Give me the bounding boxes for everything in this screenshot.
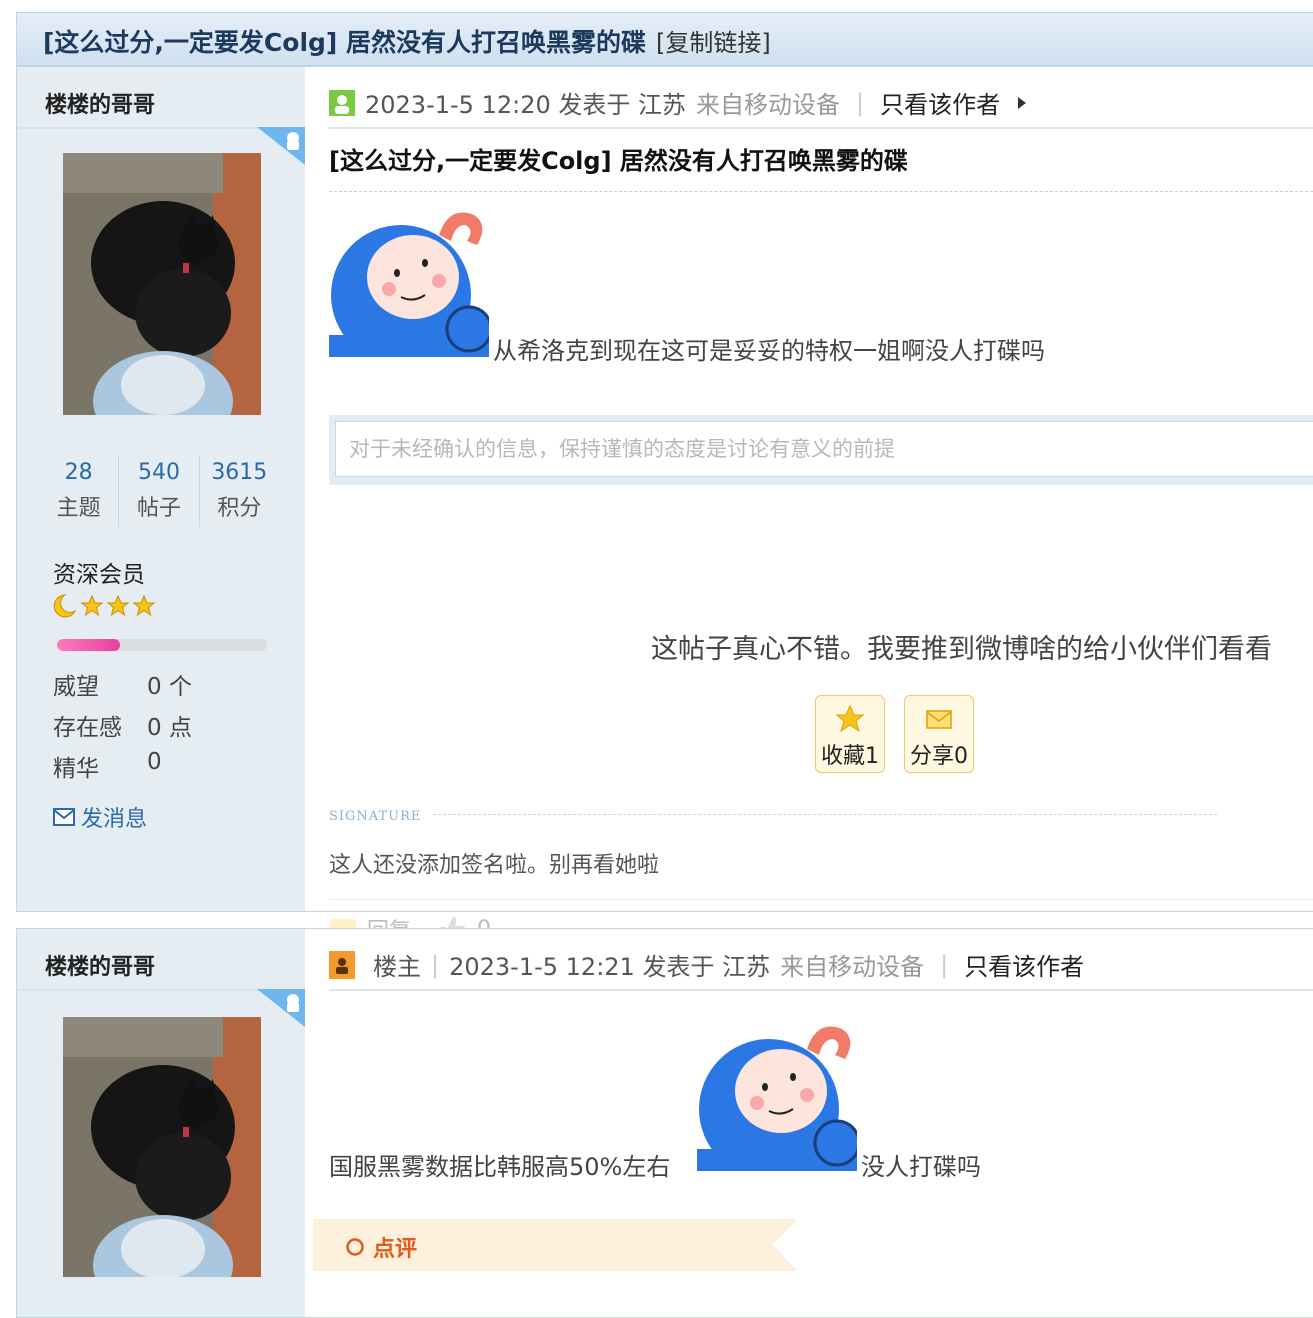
send-message-label: 发消息 [81, 807, 148, 832]
rank-progress-bar [57, 639, 267, 651]
stat-label: 主题 [56, 496, 101, 521]
thread-title: [这么过分,一定要发Colg] 居然没有人打召唤黑雾的碟 [复制链接] [43, 23, 771, 59]
post-meta: 楼主 | 2023-1-5 12:21 发表于 江苏 来自移动设备 | 只看该作… [329, 947, 1084, 982]
notice-text: 对于未经确认的信息，保持谨慎的态度是讨论有意义的前提 [349, 437, 895, 461]
rank-stars-icon [53, 593, 163, 623]
author-sidebar: 楼楼的哥哥 [17, 929, 305, 1317]
post-content: 国服黑雾数据比韩服高50%左右 [329, 1153, 671, 1181]
stat-posts[interactable]: 540 帖子 [118, 455, 198, 527]
post-content: 从希洛克到现在这可是妥妥的特权一姐啊没人打碟吗 [493, 337, 1045, 365]
signature-header-text: SIGNATURE [329, 809, 422, 824]
stat-value: 28 [64, 460, 93, 485]
divider [329, 989, 1313, 991]
divider [329, 191, 1313, 192]
stat-points[interactable]: 3615 积分 [198, 455, 279, 527]
only-author-link[interactable]: 只看该作者 [964, 947, 1084, 982]
avatar[interactable] [63, 1017, 261, 1277]
favorite-button[interactable]: 收藏1 [815, 695, 885, 773]
post-main: 2023-1-5 12:20 发表于 江苏 来自移动设备 | 只看该作者 [这么… [329, 67, 1313, 944]
stat-label: 积分 [217, 496, 262, 521]
divider [329, 127, 1313, 129]
author-name[interactable]: 楼楼的哥哥 [45, 949, 155, 981]
stat-label: 帖子 [136, 496, 181, 521]
attr-value: 0 点 [147, 715, 192, 741]
android-device-icon [257, 989, 305, 1027]
notice-box: 对于未经确认的信息，保持谨慎的态度是讨论有意义的前提 [329, 415, 1313, 485]
envelope-icon [53, 808, 75, 826]
thread-title-bar: [这么过分,一定要发Colg] 居然没有人打召唤黑雾的碟 [复制链接] [16, 12, 1313, 66]
signature-header: SIGNATURE [329, 805, 1217, 825]
copy-link-button[interactable]: [复制链接] [656, 29, 771, 57]
attr-prestige: 威望 0 个 [53, 667, 192, 701]
online-status-icon [329, 89, 355, 116]
device-source: 来自移动设备 [696, 91, 840, 119]
author-name[interactable]: 楼楼的哥哥 [45, 87, 155, 119]
attr-key: 存在感 [53, 715, 122, 741]
author-stats: 28 主题 540 帖子 3615 积分 [39, 455, 279, 527]
attr-essence: 精华 0 [53, 749, 162, 783]
attr-value: 0 [147, 749, 162, 775]
thread-title-text: [这么过分,一定要发Colg] 居然没有人打召唤黑雾的碟 [43, 28, 647, 57]
only-author-link[interactable]: 只看该作者 [880, 85, 1000, 120]
star-icon [835, 704, 865, 733]
share-prompt: 这帖子真心不错。我要推到微博啥的给小伙伴们看看 [651, 634, 1272, 665]
post-1: 楼楼的哥哥 28 主题 540 帖子 3615 积分 资深会员 威望 0 个 存… [16, 66, 1313, 944]
divider [329, 899, 1313, 900]
review-label-wrap: 点评 [345, 1231, 417, 1263]
stat-topics[interactable]: 28 主题 [39, 455, 118, 527]
share-button[interactable]: 分享0 [904, 695, 974, 773]
post-time: 2023-1-5 12:20 发表于 江苏 [365, 91, 686, 119]
attr-presence: 存在感 0 点 [53, 708, 192, 742]
post-content-tail: 没人打碟吗 [861, 1153, 981, 1181]
divider [433, 814, 1217, 815]
review-label: 点评 [373, 1237, 418, 1262]
attr-key: 威望 [53, 674, 99, 700]
user-rank: 资深会员 [53, 562, 145, 588]
attr-value: 0 个 [147, 674, 192, 700]
post-meta: 2023-1-5 12:20 发表于 江苏 来自移动设备 | 只看该作者 [329, 85, 1028, 120]
floor-label: 楼主 [373, 953, 421, 981]
avatar[interactable] [63, 153, 261, 415]
favorite-label: 收藏1 [821, 744, 879, 769]
separator: | [856, 88, 865, 117]
separator: | [940, 950, 949, 979]
emoji-sticker-icon [697, 1026, 857, 1171]
author-sidebar: 楼楼的哥哥 28 主题 540 帖子 3615 积分 资深会员 威望 0 个 存… [17, 67, 305, 911]
send-message-button[interactable]: 发消息 [53, 801, 147, 833]
circle-icon [346, 1238, 364, 1256]
emoji-sticker-icon [329, 212, 489, 357]
separator: | [431, 950, 440, 979]
android-device-icon [257, 127, 305, 165]
device-source: 来自移动设备 [780, 953, 925, 981]
post-title: [这么过分,一定要发Colg] 居然没有人打召唤黑雾的碟 [329, 147, 908, 175]
post-2: 楼楼的哥哥 楼主 | 2023-1-5 12:21 发表于 江苏 来自移动设备 … [16, 928, 1313, 1318]
thread-starter-icon [329, 950, 355, 979]
signature-text: 这人还没添加签名啦。别再看她啦 [329, 853, 660, 878]
post-main: 楼主 | 2023-1-5 12:21 发表于 江苏 来自移动设备 | 只看该作… [313, 929, 1313, 1317]
post-time: 2023-1-5 12:21 发表于 江苏 [449, 953, 771, 981]
stat-value: 540 [137, 460, 180, 485]
review-tab[interactable]: 点评 [313, 1219, 797, 1271]
caret-right-icon[interactable] [1016, 96, 1028, 110]
share-envelope-icon [926, 710, 952, 729]
share-label: 分享0 [910, 744, 968, 769]
stat-value: 3615 [211, 460, 268, 485]
rank-progress-fill [57, 639, 120, 651]
attr-key: 精华 [53, 756, 99, 782]
